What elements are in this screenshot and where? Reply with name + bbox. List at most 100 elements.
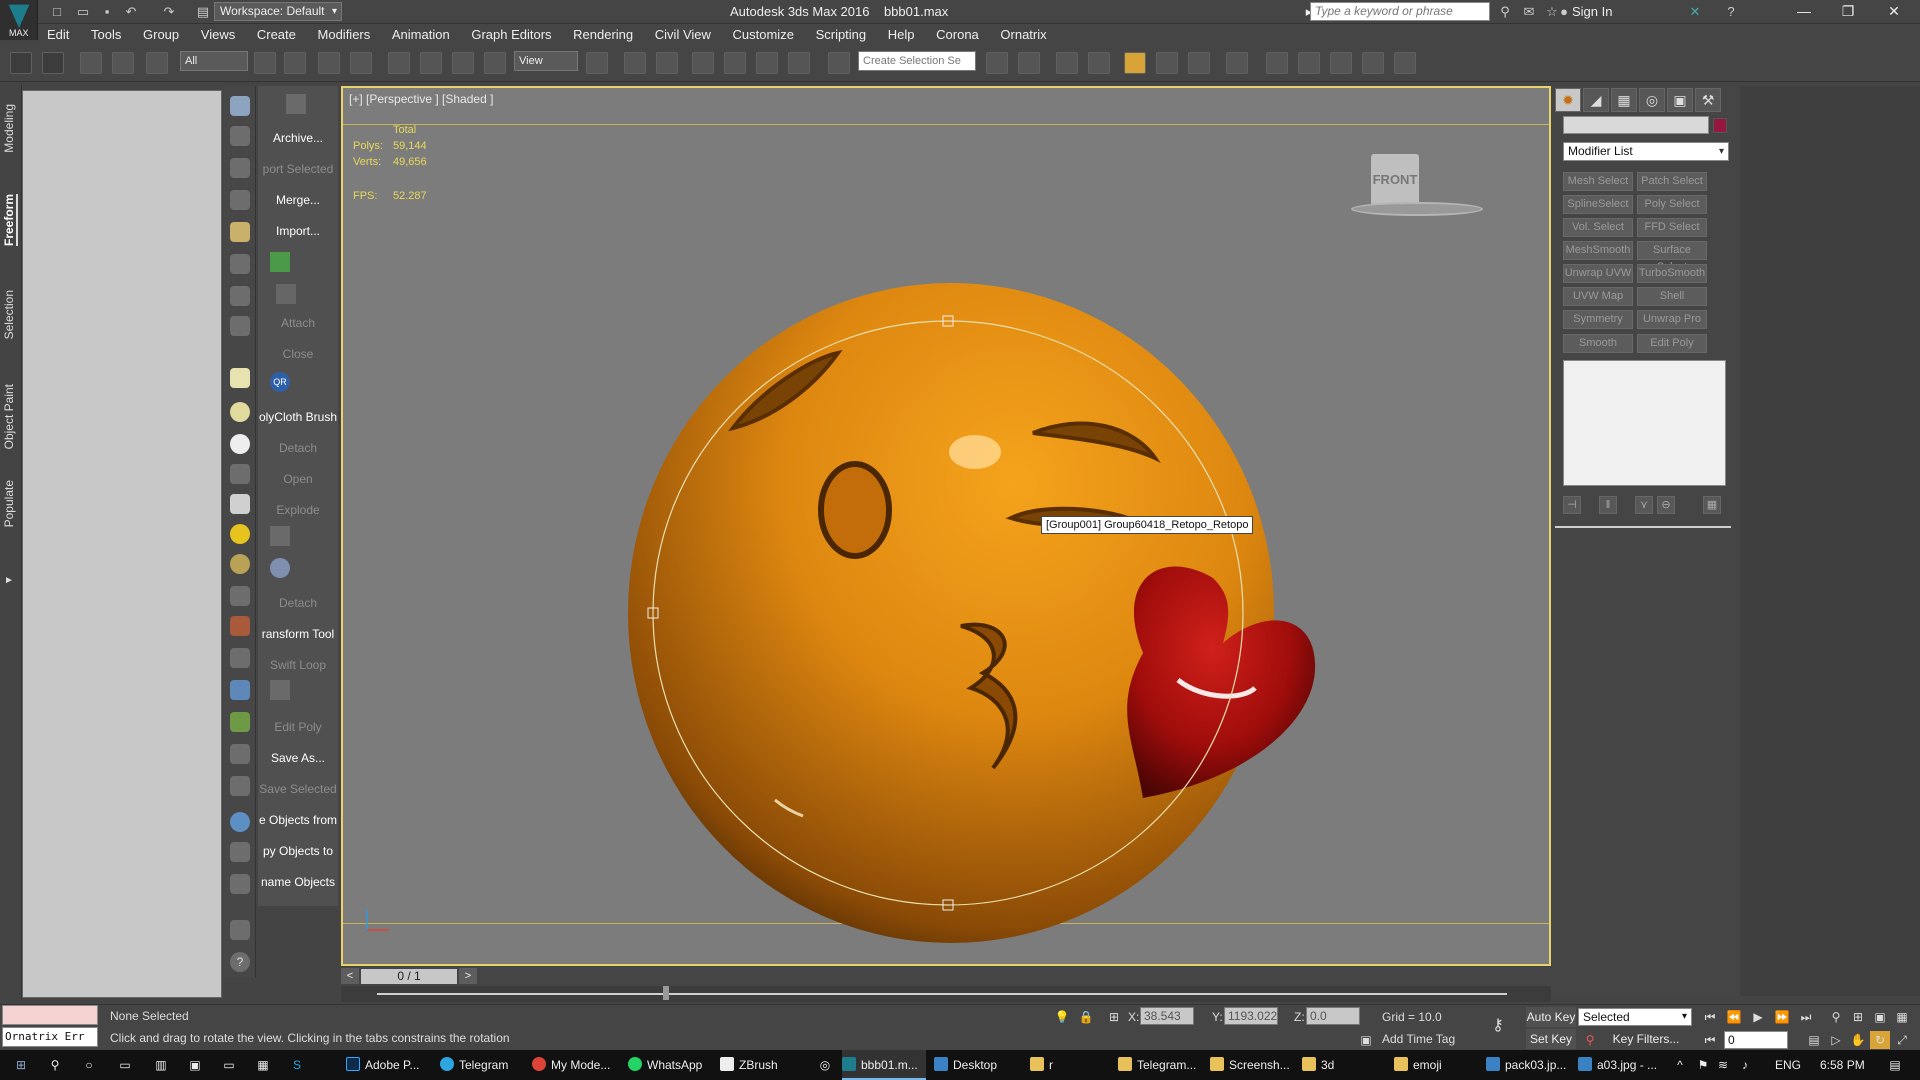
modifier-button[interactable]: Smooth (1563, 334, 1633, 353)
brush-icon[interactable] (230, 616, 250, 636)
modifier-button[interactable]: SplineSelect (1563, 195, 1633, 214)
sun-icon[interactable] (230, 524, 250, 544)
mirror-icon[interactable] (986, 52, 1008, 74)
wifi-icon[interactable]: ≋ (1714, 1050, 1732, 1080)
zoom-icon[interactable]: ⚲ (1826, 1008, 1846, 1026)
cortana-icon[interactable]: ○ (76, 1050, 102, 1080)
search-icon[interactable]: ⚲ (42, 1050, 68, 1080)
taskbar-item-chrome[interactable]: My Mode... (532, 1050, 628, 1080)
mountain-icon[interactable] (230, 648, 250, 668)
taskbar-item-pack03[interactable]: pack03.jp... (1486, 1050, 1574, 1080)
scale-icon[interactable] (452, 52, 474, 74)
move-icon[interactable] (388, 52, 410, 74)
disc-icon[interactable] (230, 554, 250, 574)
a360-gallery-icon[interactable] (1394, 52, 1416, 74)
help-icon[interactable]: ? (230, 952, 250, 972)
modifier-list-select[interactable]: Modifier List (1563, 142, 1729, 161)
pin-stack-icon[interactable]: ⊣ (1563, 496, 1581, 514)
globe-icon[interactable] (230, 680, 250, 700)
object-icon[interactable] (230, 874, 250, 894)
qr-icon[interactable]: QR (270, 372, 290, 392)
undo-icon[interactable]: ↶ (122, 3, 140, 21)
modifier-button[interactable]: Poly Select (1637, 195, 1707, 214)
app-logo[interactable]: MAX (0, 0, 38, 40)
detach-button[interactable]: Detach (258, 441, 338, 455)
project-folder-icon[interactable]: ▤ (194, 3, 212, 21)
open-button[interactable]: Open (258, 472, 338, 486)
communication-icon[interactable]: ✉ (1520, 3, 1538, 21)
menu-item[interactable]: Customize (724, 24, 803, 42)
lightbulb-icon[interactable] (230, 222, 250, 242)
x-coordinate-field[interactable]: 38.543 (1140, 1007, 1194, 1025)
app-icon[interactable]: ◎ (812, 1050, 838, 1080)
new-file-icon[interactable]: □ (48, 3, 66, 21)
time-slider-prev-button[interactable]: < (341, 968, 359, 984)
helper-icon[interactable] (230, 464, 250, 484)
sphere-icon[interactable] (230, 434, 250, 454)
cone-icon[interactable] (230, 494, 250, 514)
maxscript-mini-listener[interactable]: Ornatrix Err (2, 1027, 98, 1047)
taskbar-item-desktop[interactable]: Desktop (934, 1050, 1016, 1080)
modifier-button[interactable]: UVW Map (1563, 287, 1633, 306)
redo-icon[interactable] (42, 52, 64, 74)
taskbar-item-folder-r[interactable]: r (1030, 1050, 1116, 1080)
set-key-button[interactable]: Set Key (1526, 1029, 1576, 1049)
select-manipulate-icon[interactable] (624, 52, 646, 74)
orbit-icon[interactable]: ↻ (1870, 1031, 1890, 1049)
plane-icon[interactable] (230, 368, 250, 388)
menu-item[interactable]: Views (192, 24, 244, 42)
network-icon[interactable]: ▦ (250, 1050, 276, 1080)
modifier-button[interactable]: Mesh Select (1563, 172, 1633, 191)
track-bar-head[interactable] (663, 986, 669, 1000)
menu-item[interactable]: Rendering (564, 24, 642, 42)
keyboard-shortcut-icon[interactable] (656, 52, 678, 74)
menu-item[interactable]: Help (879, 24, 924, 42)
tab-selection[interactable]: Selection (2, 290, 16, 339)
set-key-icon[interactable]: ⚲ (1580, 1031, 1600, 1049)
calculator-icon[interactable]: ▥ (148, 1050, 174, 1080)
create-tab-icon[interactable]: ✹ (1555, 88, 1581, 112)
minimize-button[interactable]: — (1782, 0, 1826, 24)
system-clock[interactable]: 6:58 PM (1820, 1050, 1865, 1080)
save-file-icon[interactable]: ▪ (98, 3, 116, 21)
layers-icon[interactable] (230, 586, 250, 606)
key-mode-toggle-icon[interactable]: ⏮ (1700, 1031, 1720, 1049)
taskbar-item-3dsmax[interactable]: bbb01.m... (842, 1050, 926, 1080)
named-selection-select[interactable]: Create Selection Se (858, 51, 976, 71)
curve-editor-icon[interactable] (1156, 52, 1178, 74)
taskbar-item-telegram-folder[interactable]: Telegram... (1118, 1050, 1206, 1080)
start-button-icon[interactable]: ⊞ (6, 1050, 36, 1080)
restore-button[interactable]: ❐ (1826, 0, 1870, 24)
tab-object-paint[interactable]: Object Paint (2, 384, 16, 449)
layer-explorer-icon[interactable] (1056, 52, 1078, 74)
workspace-select[interactable]: Workspace: Default (214, 2, 342, 21)
time-config-icon[interactable]: ▤ (1804, 1031, 1824, 1049)
swift-loop-button[interactable]: Swift Loop (258, 658, 338, 672)
menu-item[interactable]: Animation (383, 24, 459, 42)
blue-sphere-icon[interactable] (230, 812, 250, 832)
menu-item[interactable]: Corona (927, 24, 988, 42)
material-editor-icon[interactable] (1226, 52, 1248, 74)
menu-item[interactable]: Scripting (807, 24, 876, 42)
taskbar-item-a03[interactable]: a03.jpg - ... (1578, 1050, 1666, 1080)
explode-button[interactable]: Explode (258, 503, 338, 517)
modifier-button[interactable]: Surface Select (1637, 241, 1707, 273)
key-mode-select[interactable]: Selected (1578, 1008, 1692, 1026)
tray-expand-icon[interactable]: ^ (1672, 1050, 1688, 1080)
percent-snap-icon[interactable] (756, 52, 778, 74)
bind-space-warp-icon[interactable] (146, 52, 168, 74)
y-coordinate-field[interactable]: 1193.022 (1224, 1007, 1278, 1025)
maxscript-listener-field[interactable] (2, 1005, 98, 1025)
merge-button[interactable]: Merge... (258, 193, 338, 207)
close-button[interactable]: ✕ (1872, 0, 1916, 24)
maximize-viewport-icon[interactable]: ⤢ (1892, 1031, 1912, 1049)
selection-lock-icon[interactable]: 🔒 (1076, 1008, 1096, 1026)
menu-item[interactable]: Graph Editors (462, 24, 560, 42)
tray-app-icon[interactable]: ⚑ (1694, 1050, 1712, 1080)
key-icon[interactable]: ⚷ (1488, 1017, 1508, 1035)
auto-key-button[interactable]: Auto Key (1526, 1007, 1576, 1027)
redo-icon[interactable]: ↷ (160, 3, 178, 21)
skype-icon[interactable]: S (284, 1050, 310, 1080)
exchange-icon[interactable]: ✕ (1686, 3, 1704, 21)
remove-modifier-icon[interactable]: ⊖ (1657, 496, 1675, 514)
